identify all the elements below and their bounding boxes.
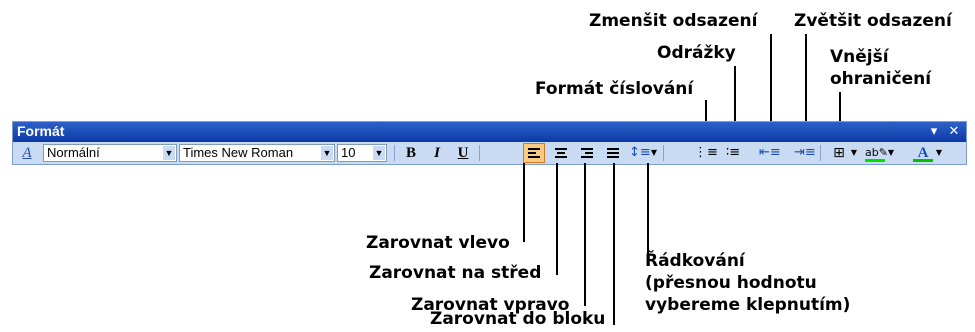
align-left-icon	[528, 148, 540, 150]
callout-zarovnat-na-stred: Zarovnat na střed	[369, 263, 542, 283]
outside-border-button[interactable]: ⊞	[829, 144, 849, 162]
chevron-down-icon[interactable]: ▼	[373, 146, 385, 160]
toolbar-titlebar[interactable]: Formát ▾ ✕	[13, 122, 966, 142]
leader-zvetsit	[805, 34, 807, 130]
callout-zmensit-odsazeni: Zmenšit odsazení	[589, 11, 758, 31]
callout-vnejsi-ohraniceni: Vnější ohraničení	[830, 46, 931, 90]
align-line	[557, 152, 565, 154]
callout-format-cislovani: Formát číslování	[535, 79, 694, 99]
style-combo[interactable]: Normální ▼	[43, 144, 177, 162]
separator	[663, 145, 664, 161]
toolbar-title: Formát	[17, 123, 65, 139]
callout-radkovani: Řádkování (přesnou hodnotu vybereme klep…	[645, 250, 965, 316]
callout-vnejsi-line2: ohraničení	[830, 69, 932, 89]
leader-vlevo	[523, 163, 525, 242]
style-value: Normální	[47, 145, 100, 160]
align-line	[581, 156, 593, 158]
align-line	[607, 152, 619, 154]
leader-vpravo	[584, 163, 586, 306]
callout-zarovnat-vlevo: Zarovnat vlevo	[366, 233, 510, 253]
font-size-value: 10	[341, 145, 356, 160]
chevron-down-icon[interactable]: ▼	[850, 144, 858, 162]
chevron-down-icon[interactable]: ▼	[887, 144, 895, 162]
align-line	[585, 152, 593, 154]
align-line	[528, 152, 536, 154]
toolbar-row: A Normální ▼ Times New Roman ▼ 10 ▼ B I …	[13, 142, 966, 164]
callout-zarovnat-do-bloku: Zarovnat do bloku	[430, 309, 606, 329]
chevron-down-icon[interactable]: ▼	[935, 144, 943, 162]
align-center-icon	[555, 148, 567, 150]
chevron-down-icon[interactable]: ▼	[650, 144, 658, 162]
leader-blok	[613, 163, 615, 325]
bold-button[interactable]: B	[401, 144, 421, 162]
align-line	[528, 156, 540, 158]
leader-radkovani	[647, 163, 649, 258]
increase-indent-button[interactable]: ⇥≡	[794, 144, 816, 162]
font-size-combo[interactable]: 10 ▼	[337, 144, 387, 162]
numbering-button[interactable]: ⋮≡	[694, 144, 718, 162]
callout-odrazky: Odrážky	[657, 43, 736, 63]
separator	[394, 145, 395, 161]
italic-button[interactable]: I	[427, 144, 447, 162]
callout-radkovani-line1: Řádkování	[645, 251, 745, 271]
leader-stred	[556, 163, 558, 275]
align-line	[555, 156, 567, 158]
font-color-button[interactable]: A	[913, 144, 933, 162]
chevron-down-icon[interactable]: ▼	[321, 146, 333, 160]
font-value: Times New Roman	[183, 145, 294, 160]
highlight-button[interactable]: ab✎	[865, 144, 888, 162]
line-spacing-button[interactable]: ↕≡	[629, 144, 651, 162]
format-toolbar: Formát ▾ ✕ A Normální ▼ Times New Roman …	[12, 121, 967, 165]
align-line	[607, 156, 619, 158]
justify-button[interactable]	[603, 144, 623, 162]
align-center-button[interactable]	[551, 144, 571, 162]
justify-icon	[607, 148, 619, 150]
callout-radkovani-line3: vybereme klepnutím)	[645, 295, 851, 315]
callout-zvetsit-odsazeni: Zvětšit odsazení	[794, 11, 952, 31]
callout-radkovani-line2: (přesnou hodnotu	[645, 273, 817, 293]
align-left-button[interactable]	[523, 143, 545, 163]
chevron-down-icon[interactable]: ▼	[163, 146, 175, 160]
styles-icon[interactable]: A	[17, 144, 37, 162]
bullets-button[interactable]: ∶≡	[723, 144, 743, 162]
leader-zmensit	[770, 34, 772, 130]
toolbar-options-icon[interactable]: ▾	[926, 124, 942, 140]
callout-vnejsi-line1: Vnější	[830, 47, 889, 67]
font-combo[interactable]: Times New Roman ▼	[179, 144, 335, 162]
decrease-indent-button[interactable]: ⇤≡	[759, 144, 781, 162]
underline-button[interactable]: U	[453, 144, 473, 162]
close-icon[interactable]: ✕	[946, 124, 962, 140]
align-right-icon	[581, 148, 593, 150]
separator	[479, 145, 480, 161]
align-right-button[interactable]	[577, 144, 597, 162]
separator	[820, 145, 821, 161]
